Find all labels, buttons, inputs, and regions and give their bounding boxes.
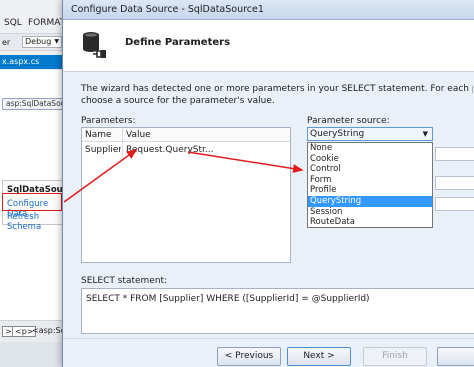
column-header-value[interactable]: Value (126, 130, 151, 140)
description-line: The wizard has detected one or more para… (81, 84, 473, 94)
select-statement-text: SELECT * FROM [Supplier] WHERE ([Supplie… (86, 294, 370, 304)
source-option-session[interactable]: Session (308, 207, 432, 218)
parameter-source-label: Parameter source: (307, 116, 390, 126)
parameters-grid[interactable]: Name Value SupplierId Request.QueryStr..… (81, 127, 291, 263)
ide-toolbar: er Debug ▼ (0, 33, 70, 51)
obscured-field[interactable] (435, 197, 474, 211)
source-option-control[interactable]: Control (308, 164, 432, 175)
next-button[interactable]: Next > (287, 347, 351, 366)
file-tab[interactable]: x.aspx.cs (0, 55, 70, 69)
source-option-querystring[interactable]: QueryString (308, 196, 432, 207)
dialog-title-bar[interactable]: Configure Data Source - SqlDataSource1 (63, 0, 474, 20)
source-option-profile[interactable]: Profile (308, 185, 432, 196)
description-line: choose a source for the parameter's valu… (81, 96, 275, 106)
toolbar-label: er (2, 38, 11, 47)
source-option-routedata[interactable]: RouteData (308, 217, 432, 228)
source-option-form[interactable]: Form (308, 175, 432, 186)
solution-config-combo[interactable]: Debug ▼ (22, 36, 62, 48)
param-name-cell: SupplierId (85, 145, 121, 155)
menu-format[interactable]: FORMAT (28, 18, 65, 28)
configure-data-source-dialog: Configure Data Source - SqlDataSource1 D… (62, 0, 474, 367)
database-icon (81, 30, 109, 63)
ide-status-bar (0, 342, 70, 367)
source-option-none[interactable]: None (308, 143, 432, 154)
menu-sql[interactable]: SQL (4, 18, 22, 28)
wizard-step-title: Define Parameters (125, 37, 231, 48)
breadcrumb: > <p> <asp:SqlI (0, 320, 70, 342)
dialog-title: Configure Data Source - SqlDataSource1 (71, 4, 264, 15)
finish-button[interactable]: Finish (363, 347, 427, 366)
chevron-down-icon: ▼ (422, 130, 428, 138)
control-tag[interactable]: asp:SqlDataSource1 (2, 98, 82, 110)
previous-button[interactable]: < Previous (217, 347, 281, 366)
column-header-name[interactable]: Name (85, 130, 112, 140)
solution-config-value: Debug (25, 37, 52, 46)
cancel-button[interactable] (437, 347, 474, 366)
source-option-cookie[interactable]: Cookie (308, 154, 432, 165)
parameter-source-select[interactable]: QueryString ▼ (307, 127, 433, 141)
select-statement-label: SELECT statement: (81, 276, 168, 286)
wizard-button-bar: < Previous Next > Finish (63, 338, 474, 367)
annotation-highlight-box (2, 193, 62, 211)
parameter-source-value: QueryString (310, 129, 365, 139)
refresh-schema-link[interactable]: Refresh Schema (7, 212, 69, 232)
parameters-label: Parameters: (81, 116, 136, 126)
select-statement-box[interactable]: SELECT * FROM [Supplier] WHERE ([Supplie… (81, 288, 474, 334)
obscured-field[interactable] (435, 176, 474, 190)
chevron-down-icon: ▼ (54, 38, 59, 45)
param-value-cell: Request.QueryStr... (126, 145, 214, 155)
wizard-description: The wizard has detected one or more para… (81, 83, 473, 107)
parameter-source-dropdown: None Cookie Control Form Profile QuerySt… (307, 142, 433, 228)
table-row[interactable]: SupplierId Request.QueryStr... (82, 142, 290, 158)
grid-header: Name Value (82, 128, 290, 142)
wizard-header: Define Parameters (63, 20, 474, 72)
ide-menu-bar: SQL FORMAT (0, 18, 70, 32)
obscured-field[interactable] (435, 147, 474, 161)
